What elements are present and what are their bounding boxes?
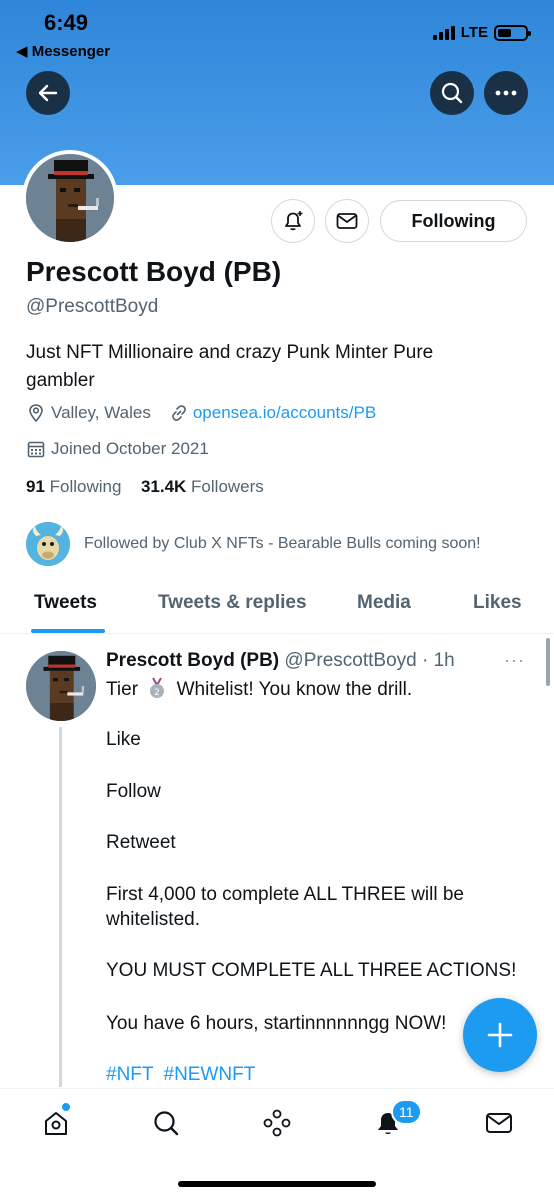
home-indicator[interactable]: [178, 1181, 376, 1187]
tweet-text-line: YOU MUST COMPLETE ALL THREE ACTIONS!: [106, 960, 517, 981]
nav-spaces[interactable]: [260, 1106, 294, 1140]
status-time: 6:49: [44, 10, 89, 35]
svg-text:2: 2: [154, 688, 160, 698]
more-button[interactable]: [484, 71, 528, 115]
followed-by-text: Followed by Club X NFTs - Bearable Bulls…: [84, 535, 481, 552]
tab-likes[interactable]: Likes: [473, 592, 522, 614]
tweet-text-line: Follow: [106, 781, 161, 802]
tweet-author-handle: @PrescottBoyd: [284, 650, 417, 671]
followed-by-row[interactable]: Followed by Club X NFTs - Bearable Bulls…: [26, 522, 481, 566]
notify-button[interactable]: [271, 199, 315, 243]
bell-plus-icon: [285, 211, 303, 231]
spaces-icon: [263, 1109, 291, 1137]
tweet-time: · 1h: [422, 650, 455, 671]
message-button[interactable]: [325, 199, 369, 243]
mail-icon: [486, 1113, 512, 1133]
tweet-header: Prescott Boyd (PB) @PrescottBoyd · 1h: [106, 650, 455, 672]
tweet-text-line: First 4,000 to complete ALL THREE will b…: [106, 884, 464, 930]
tab-tweets[interactable]: Tweets: [34, 592, 97, 614]
hashtag-link[interactable]: #NEWNFT: [164, 1064, 256, 1085]
nav-home[interactable]: [39, 1106, 73, 1140]
signal-icon: [432, 25, 455, 40]
more-icon: [495, 90, 517, 96]
tweet-author-name[interactable]: Prescott Boyd (PB): [106, 650, 279, 671]
tweet-more-button[interactable]: ···: [504, 650, 525, 671]
followed-by-avatar: [26, 522, 70, 566]
status-indicators: LTE: [432, 24, 531, 41]
profile-meta-row: Valley, Wales opensea.io/accounts/PB: [26, 403, 376, 423]
network-label: LTE: [460, 24, 488, 41]
hashtag-link[interactable]: #NFT: [106, 1064, 154, 1085]
profile-tabs: Tweets Tweets & replies Media Likes: [0, 582, 554, 634]
nav-messages[interactable]: [482, 1106, 516, 1140]
following-count-link[interactable]: 91 Following: [26, 477, 121, 496]
follow-counts: 91 Following 31.4K Followers: [26, 477, 264, 497]
profile-location: Valley, Wales: [51, 403, 151, 422]
nav-search[interactable]: [149, 1106, 183, 1140]
search-icon: [441, 82, 463, 104]
location-icon: [29, 404, 43, 423]
scrollbar[interactable]: [546, 638, 550, 686]
tweet-author-avatar[interactable]: [26, 651, 96, 721]
notifications-badge: 11: [391, 1099, 422, 1125]
search-button[interactable]: [430, 71, 474, 115]
bull-avatar-image: [26, 522, 70, 566]
link-icon: [171, 405, 186, 421]
home-icon: [45, 1112, 67, 1135]
profile-name: Prescott Boyd (PB): [26, 256, 282, 287]
tab-tweets-replies[interactable]: Tweets & replies: [158, 592, 307, 614]
calendar-icon: [27, 441, 45, 458]
tweet-text-line: You have 6 hours, startinnnnnngg NOW!: [106, 1013, 447, 1034]
pixel-punk-avatar-image: [26, 651, 96, 721]
profile-joined-row: Joined October 2021: [26, 439, 209, 459]
back-arrow-icon: [38, 84, 58, 102]
tweet-text-line: Like: [106, 729, 141, 750]
tweet-text-line: Retweet: [106, 832, 176, 853]
thread-line: [59, 727, 62, 1087]
compose-tweet-button[interactable]: [463, 998, 537, 1072]
following-button[interactable]: Following: [380, 200, 527, 242]
profile-avatar[interactable]: [22, 150, 118, 246]
profile-website-link[interactable]: opensea.io/accounts/PB: [193, 403, 376, 423]
followers-count-link[interactable]: 31.4K Followers: [141, 477, 264, 496]
back-button[interactable]: [26, 71, 70, 115]
home-new-content-dot: [62, 1103, 70, 1111]
profile-handle: @PrescottBoyd: [26, 296, 159, 317]
search-icon: [154, 1111, 179, 1136]
battery-icon: [494, 24, 531, 41]
tab-media[interactable]: Media: [357, 592, 411, 614]
second-place-medal-icon: 2: [150, 677, 165, 698]
back-to-messenger-link[interactable]: ◀ Messenger: [16, 42, 110, 60]
plus-icon: [487, 1022, 513, 1048]
tweet-hashtags: #NFT #NEWNFT: [106, 1064, 265, 1086]
profile-bio: Just NFT Millionaire and crazy Punk Mint…: [26, 342, 434, 391]
tweet-text-line: Tier 2 Whitelist! You know the drill.: [106, 677, 413, 700]
active-tab-indicator: [31, 629, 105, 633]
pixel-punk-avatar-image: [26, 154, 114, 242]
profile-joined-date: Joined October 2021: [51, 439, 209, 458]
mail-icon: [336, 213, 358, 229]
